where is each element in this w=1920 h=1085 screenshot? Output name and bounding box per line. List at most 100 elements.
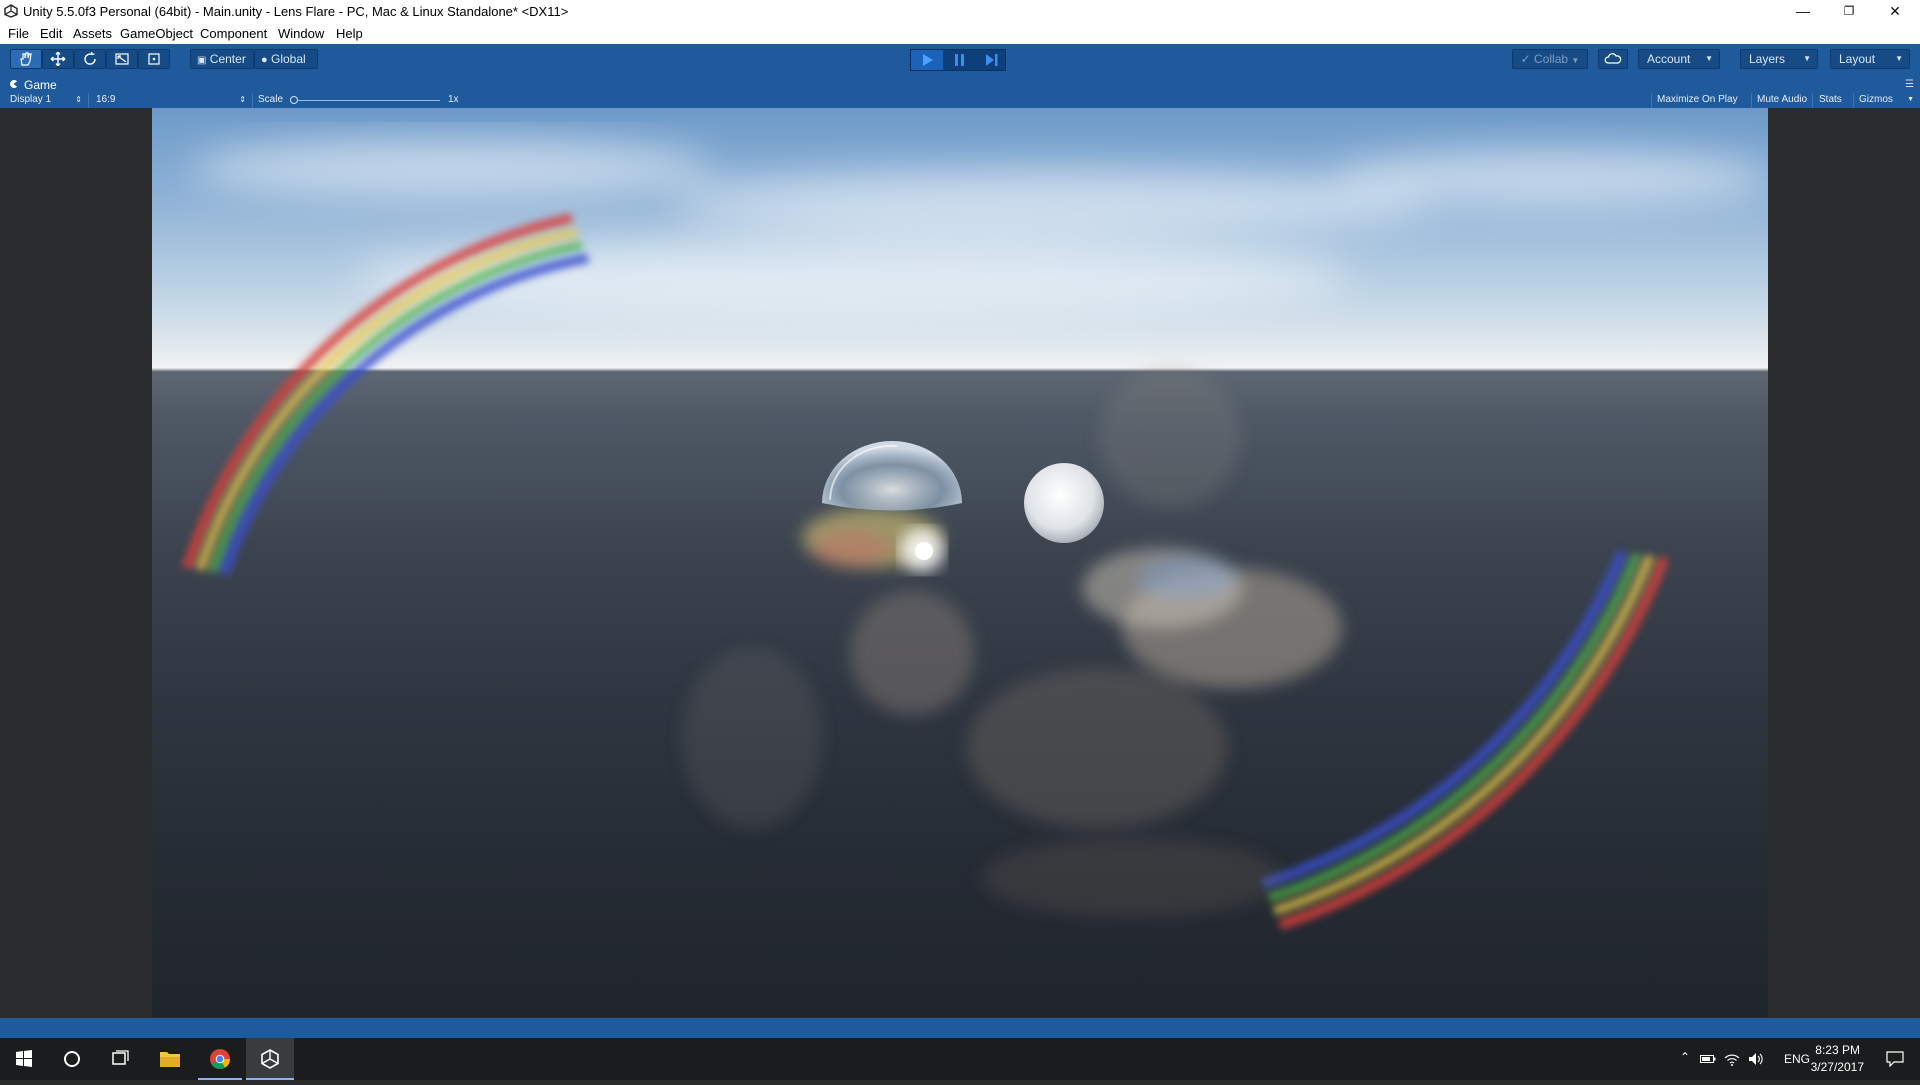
folder-icon [160,1052,180,1067]
divider [1751,93,1752,108]
lens-flare-render [182,140,1768,930]
rect-icon [148,53,160,65]
chevron-down-icon: ▼ [1907,96,1914,103]
layers-dropdown[interactable]: Layers ▼ [1740,49,1818,69]
cloud-icon [1604,53,1622,64]
layout-label: Layout [1839,52,1876,66]
white-sphere [1024,463,1104,543]
play-icon [923,54,933,66]
hand-tool-button[interactable] [10,49,42,69]
game-viewport[interactable] [152,108,1768,1017]
play-controls [910,49,1006,71]
scale-slider-thumb[interactable] [290,96,298,104]
stats-toggle[interactable]: Stats [1819,93,1842,108]
step-icon [986,54,998,66]
divider [252,93,253,108]
scale-slider[interactable] [290,96,440,104]
divider [1812,93,1813,108]
gizmos-label: Gizmos [1859,94,1893,105]
chevron-down-icon: ▼ [1705,54,1713,63]
volume-icon[interactable] [1748,1052,1764,1066]
gizmos-dropdown[interactable]: Gizmos ▼ [1859,93,1914,108]
layout-dropdown[interactable]: Layout ▼ [1830,49,1910,69]
window-title: Unity 5.5.0f3 Personal (64bit) - Main.un… [23,4,569,19]
move-tool-button[interactable] [42,49,74,69]
wifi-icon[interactable] [1724,1052,1740,1066]
pause-icon [955,54,964,66]
menu-edit[interactable]: Edit [40,26,62,41]
menu-component[interactable]: Component [200,26,267,41]
clock-date[interactable]: 3/27/2017 [1811,1060,1864,1074]
tab-menu-icon[interactable]: ☰ [1905,79,1914,90]
divider [1651,93,1652,108]
unity-icon [261,1049,279,1069]
check-icon: ✓ [1520,52,1531,66]
rotate-tool-button[interactable] [74,49,106,69]
globe-icon: ● [261,54,268,66]
search-circle-icon [64,1051,80,1067]
menu-gameobject[interactable]: GameObject [120,26,193,41]
show-hidden-icons-chevron-icon[interactable]: ⌃ [1680,1050,1690,1064]
glass-dome [822,441,962,511]
display-label: Display 1 [10,94,52,105]
updown-icon: ⇕ [75,95,82,104]
step-button[interactable] [975,50,1007,70]
play-button[interactable] [911,50,943,70]
display-dropdown[interactable]: Display 1 ⇕ [10,93,82,108]
status-bar [0,1018,1920,1038]
main-toolbar: ▣ Center ● Global ✓ Collab ▼ Account ▼ L… [0,44,1920,76]
cortana-search-button[interactable] [48,1038,96,1080]
rect-tool-button[interactable] [138,49,170,69]
windows-taskbar: ⌃ ENG 8:23 PM 3/27/2017 [0,1038,1920,1080]
menu-file[interactable]: File [8,26,29,41]
restore-button[interactable]: ❐ [1826,0,1872,24]
chrome-icon [210,1049,231,1070]
notification-center-icon[interactable] [1886,1051,1904,1067]
account-dropdown[interactable]: Account ▼ [1638,49,1720,69]
start-button[interactable] [0,1038,48,1080]
menu-bar: File Edit Assets GameObject Component Wi… [0,24,1920,44]
space-global-button[interactable]: ● Global [254,49,318,69]
scale-tool-button[interactable] [106,49,138,69]
maximize-on-play-toggle[interactable]: Maximize On Play [1657,93,1738,108]
chevron-down-icon: ▼ [1571,56,1580,65]
hand-icon [20,52,32,66]
close-button[interactable]: ✕ [1872,0,1918,24]
menu-help[interactable]: Help [336,26,363,41]
game-tab-label: Game [24,78,57,92]
scale-value: 1x [448,94,459,105]
task-view-icon [112,1050,129,1065]
pause-button[interactable] [943,50,975,70]
divider [88,93,89,108]
pivot-label: Center [209,52,246,66]
pivot-center-button[interactable]: ▣ Center [190,49,254,69]
menu-assets[interactable]: Assets [73,26,112,41]
clock-time[interactable]: 8:23 PM [1815,1043,1860,1057]
rotate-icon [84,52,96,65]
game-view-tab[interactable]: Game ☰ [0,76,1920,93]
pacman-icon [10,79,18,89]
chevron-down-icon: ▼ [1895,54,1903,63]
windows-logo-icon [16,1050,32,1067]
language-indicator[interactable]: ENG [1784,1052,1810,1066]
minimize-button[interactable]: — [1780,0,1826,24]
space-label: Global [271,52,306,66]
chevron-down-icon: ▼ [1803,54,1811,63]
window-title-bar: Unity 5.5.0f3 Personal (64bit) - Main.un… [0,0,1920,24]
game-view-toolbar: Display 1 ⇕ 16:9 ⇕ Scale 1x Maximize On … [0,93,1920,108]
scale-icon [115,53,129,65]
divider [1853,93,1854,108]
menu-window[interactable]: Window [278,26,324,41]
chrome-button[interactable] [196,1038,244,1080]
collab-dropdown[interactable]: ✓ Collab ▼ [1512,49,1588,69]
layers-label: Layers [1749,52,1786,66]
unity-taskbar-button[interactable] [246,1038,294,1080]
file-explorer-button[interactable] [146,1038,194,1080]
scale-label: Scale [258,94,284,105]
task-view-button[interactable] [96,1038,144,1080]
cloud-button[interactable] [1598,49,1628,69]
mute-audio-toggle[interactable]: Mute Audio [1757,93,1807,108]
aspect-dropdown[interactable]: 16:9 ⇕ [96,93,246,108]
battery-icon[interactable] [1700,1054,1716,1064]
pivot-icon: ▣ [197,55,207,66]
